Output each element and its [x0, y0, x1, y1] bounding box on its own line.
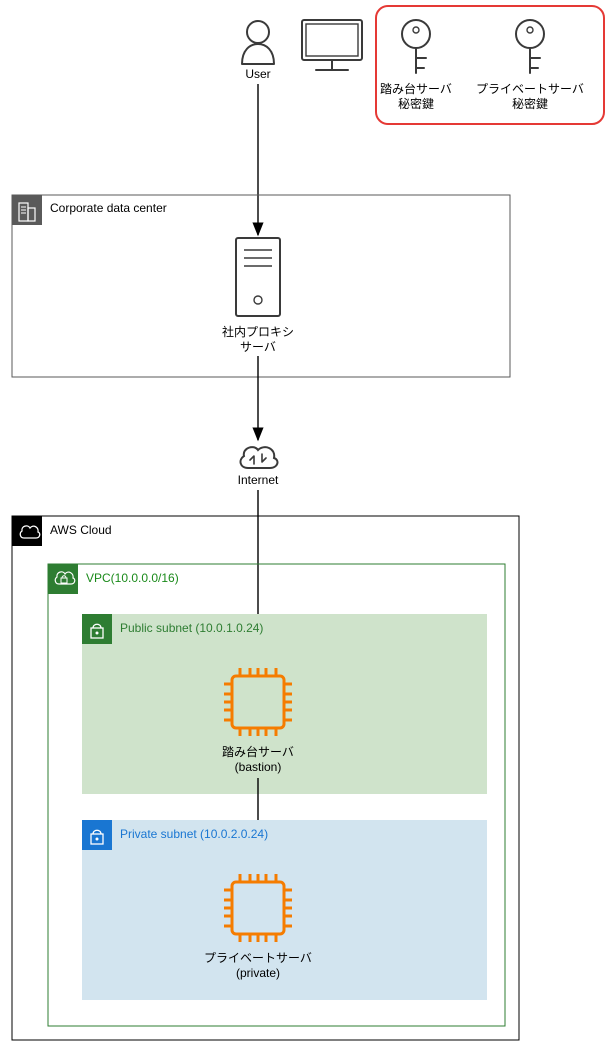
bastion-key-label-2: 秘密鍵 — [398, 96, 434, 111]
private-server-label-2: (private) — [236, 966, 280, 980]
public-subnet-title: Public subnet (10.0.1.0.24) — [120, 621, 263, 635]
private-key-label-1: プライベートサーバ — [476, 82, 584, 96]
bastion-label-2: (bastion) — [235, 760, 282, 774]
internet-cloud-icon — [241, 447, 278, 468]
bastion-key-icon — [402, 20, 430, 73]
proxy-label-1: 社内プロキシ — [222, 324, 294, 339]
architecture-diagram: User 踏み台サーバ 秘密鍵 プライベートサーバ 秘密鍵 Corpo — [0, 0, 615, 1051]
private-subnet-title: Private subnet (10.0.2.0.24) — [120, 827, 268, 841]
public-subnet-badge — [82, 614, 112, 644]
proxy-server-icon — [236, 238, 280, 316]
proxy-label-2: サーバ — [240, 340, 276, 354]
user-icon — [242, 21, 274, 64]
private-key-label-2: 秘密鍵 — [512, 96, 548, 111]
corporate-dc-title: Corporate data center — [50, 201, 167, 215]
user-label: User — [245, 67, 270, 81]
internet-label: Internet — [238, 473, 279, 487]
bastion-key-label-1: 踏み台サーバ — [380, 81, 452, 96]
vpc-badge — [48, 564, 78, 594]
private-server-label-1: プライベートサーバ — [204, 951, 312, 965]
vpc-title: VPC(10.0.0.0/16) — [86, 571, 179, 585]
private-key-icon — [516, 20, 544, 73]
aws-cloud-title: AWS Cloud — [50, 523, 112, 537]
private-subnet-badge — [82, 820, 112, 850]
monitor-icon — [302, 20, 362, 70]
bastion-label-1: 踏み台サーバ — [222, 744, 294, 759]
